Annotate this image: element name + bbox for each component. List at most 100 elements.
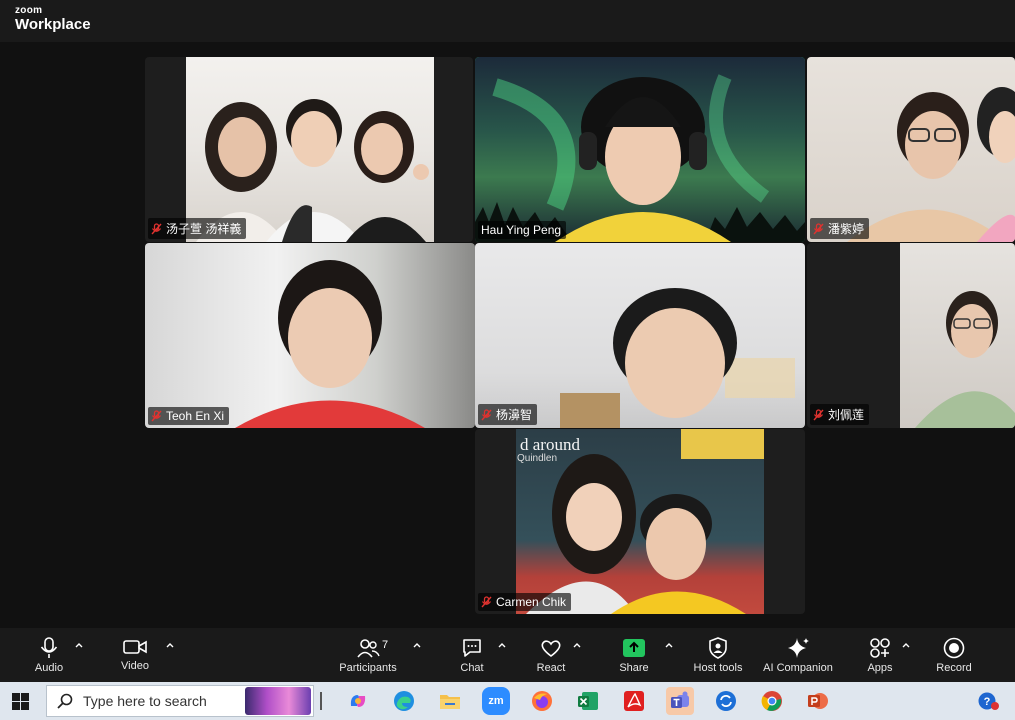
participants-icon (357, 639, 380, 658)
powerpoint-icon[interactable] (804, 687, 832, 715)
participants-label: Participants (339, 662, 397, 674)
acrobat-icon[interactable] (620, 687, 648, 715)
muted-mic-icon (151, 222, 162, 234)
brand-small: zoom (15, 5, 43, 16)
participant-nametag: 潘紫婷 (810, 218, 870, 239)
muted-mic-icon (481, 408, 492, 420)
participant-video (475, 243, 805, 428)
participants-options-chevron-icon[interactable] (412, 640, 422, 650)
participants-count: 7 (382, 639, 389, 651)
video-tile[interactable]: 潘紫婷 (807, 57, 1015, 242)
excel-icon[interactable] (574, 687, 602, 715)
share-options-chevron-icon[interactable] (664, 640, 674, 650)
taskbar-search-box[interactable]: Type here to search (46, 685, 314, 717)
sparkle-icon (788, 638, 809, 658)
participant-name: 汤子萱 汤祥義 (166, 222, 242, 236)
participant-video (807, 57, 1015, 242)
chat-button[interactable]: Chat (452, 628, 492, 682)
record-button[interactable]: Record (933, 628, 975, 682)
apps-icon (870, 638, 890, 658)
apps-button[interactable]: Apps (860, 628, 900, 682)
chat-options-chevron-icon[interactable] (497, 640, 507, 650)
participant-nametag: 杨濞智 (478, 404, 538, 425)
participant-nametag: Teoh En Xi (148, 407, 230, 425)
zoom-workplace-logo: zoom Workplace (15, 6, 91, 34)
chat-icon (463, 639, 481, 657)
search-icon (57, 693, 73, 709)
video-gallery: 汤子萱 汤祥義 Hau Ying Peng 潘紫婷 Teoh En Xi 杨濞智… (0, 42, 1015, 628)
share-screen-icon (623, 639, 645, 657)
video-label: Video (121, 660, 149, 672)
apps-options-chevron-icon[interactable] (901, 640, 911, 650)
heart-icon (541, 640, 561, 658)
start-icon[interactable] (12, 693, 29, 715)
title-bar: zoom Workplace (0, 0, 1015, 42)
participant-name: Carmen Chik (496, 595, 567, 609)
participant-video (186, 57, 434, 242)
react-label: React (536, 662, 566, 674)
video-tile[interactable]: d around Quindlen Carmen Chik (475, 429, 805, 614)
muted-mic-icon (813, 408, 824, 420)
task-view-divider (320, 692, 322, 710)
record-label: Record (936, 662, 972, 674)
participant-name: Hau Ying Peng (481, 223, 562, 237)
file-explorer-icon[interactable] (436, 687, 464, 715)
firefox-icon[interactable] (528, 687, 556, 715)
participant-name: 杨濞智 (496, 408, 533, 422)
muted-mic-icon (151, 410, 162, 422)
video-options-chevron-icon[interactable] (165, 640, 175, 650)
share-label: Share (619, 662, 649, 674)
react-options-chevron-icon[interactable] (572, 640, 582, 650)
participant-nametag: 汤子萱 汤祥義 (148, 218, 247, 239)
react-button[interactable]: React (530, 628, 572, 682)
audio-label: Audio (34, 662, 64, 674)
background-book-text: d around (520, 435, 580, 454)
participant-name: Teoh En Xi (166, 409, 225, 423)
video-tile[interactable]: Teoh En Xi (145, 243, 475, 428)
host-tools-button[interactable]: Host tools (688, 628, 748, 682)
audio-options-chevron-icon[interactable] (74, 640, 84, 650)
outlook-sync-icon[interactable] (712, 687, 740, 715)
muted-mic-icon (481, 596, 492, 608)
participant-name: 潘紫婷 (828, 222, 865, 236)
edge-icon[interactable] (390, 687, 418, 715)
zoom-icon[interactable]: zm (482, 687, 510, 715)
brand-big: Workplace (15, 16, 91, 33)
meeting-controls: Audio Video Participants 7 Chat React Sh… (0, 628, 1015, 682)
zoom-taskbar-label: zm (488, 695, 504, 707)
participant-name: 刘佩莲 (828, 408, 865, 422)
help-notification-icon[interactable]: ? (975, 687, 1003, 715)
teams-icon[interactable] (666, 687, 694, 715)
participants-button[interactable]: Participants (336, 628, 400, 682)
video-tile[interactable]: 汤子萱 汤祥義 (145, 57, 473, 242)
video-camera-icon (123, 640, 147, 654)
video-tile-active-speaker[interactable]: Hau Ying Peng (475, 57, 805, 242)
svg-text:?: ? (984, 696, 991, 708)
windows-taskbar: Type here to search zm ? (0, 682, 1015, 720)
participant-video (145, 243, 475, 428)
muted-mic-icon (813, 222, 824, 234)
shield-icon (709, 637, 727, 659)
video-tile[interactable]: 杨濞智 (475, 243, 805, 428)
copilot-icon[interactable] (344, 687, 372, 715)
share-button[interactable]: Share (614, 628, 654, 682)
video-button[interactable]: Video (113, 628, 157, 682)
ai-companion-label: AI Companion (763, 662, 833, 674)
participant-nametag: 刘佩莲 (810, 404, 870, 425)
chat-label: Chat (460, 662, 484, 674)
apps-label: Apps (867, 662, 893, 674)
microphone-icon (40, 637, 58, 658)
search-highlight-image (245, 687, 311, 715)
participant-video (475, 57, 805, 242)
participant-video (900, 243, 1015, 428)
record-icon (943, 637, 965, 659)
video-tile[interactable]: 刘佩莲 (807, 243, 1015, 428)
background-book-author: Quindlen (517, 453, 558, 464)
audio-button[interactable]: Audio (28, 628, 70, 682)
chrome-icon[interactable] (758, 687, 786, 715)
host-tools-label: Host tools (693, 662, 743, 674)
search-placeholder: Type here to search (83, 693, 207, 709)
participant-nametag: Carmen Chik (478, 593, 572, 611)
ai-companion-button[interactable]: AI Companion (758, 628, 838, 682)
participant-nametag: Hau Ying Peng (478, 221, 567, 239)
